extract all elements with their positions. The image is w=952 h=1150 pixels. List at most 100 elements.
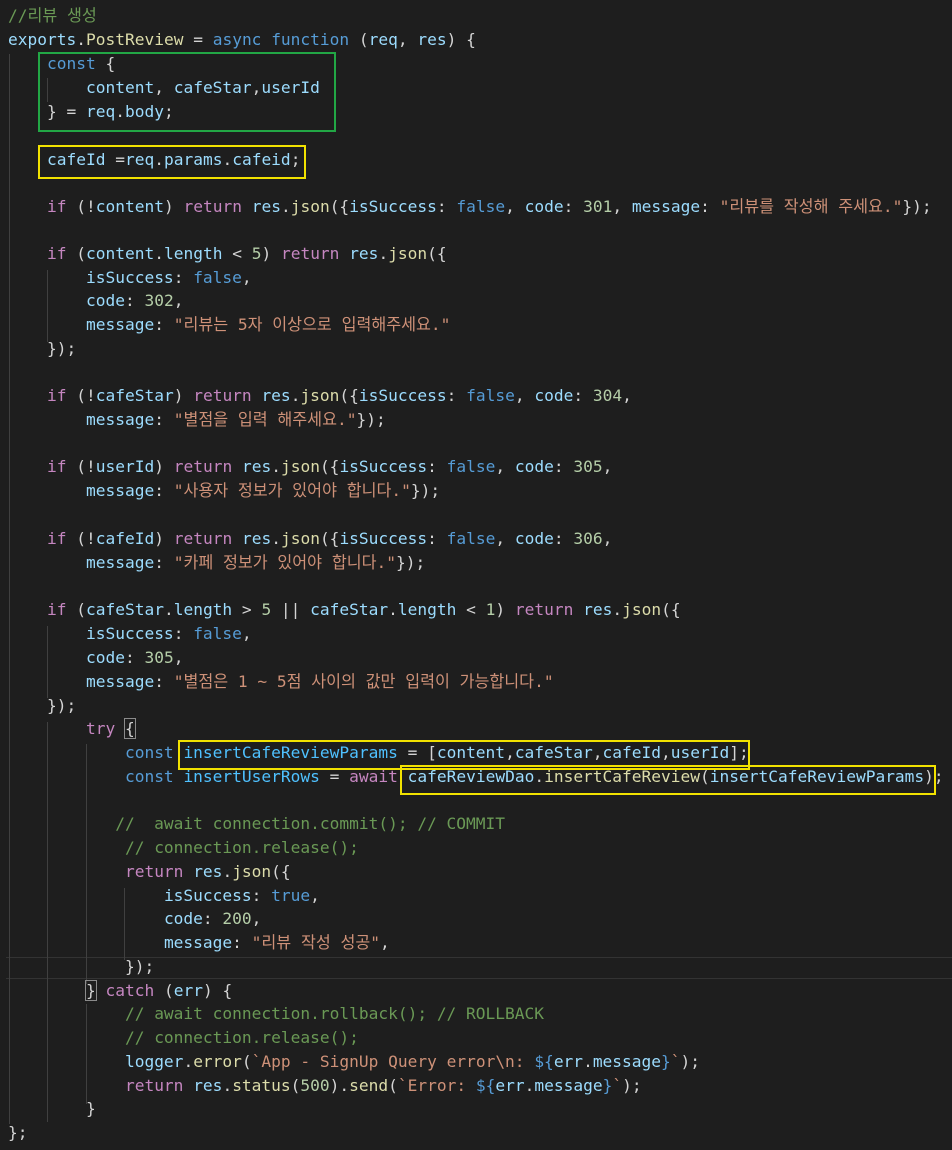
code-token: 305: [144, 648, 174, 667]
code-token: ,: [241, 624, 252, 643]
code-line: content, cafeStar,userId: [8, 76, 320, 100]
code-token: ) {: [202, 981, 233, 1000]
code-token: .: [183, 1052, 194, 1071]
code-line: isSuccess: false,: [8, 266, 252, 290]
code-line: if (!userId) return res.json({isSuccess:…: [8, 455, 612, 479]
code-token: ({: [319, 457, 340, 476]
code-token: return: [514, 600, 574, 619]
code-token: ({: [661, 600, 681, 619]
code-token: function: [271, 30, 350, 49]
code-token: json: [280, 529, 320, 548]
code-token: false: [193, 624, 242, 643]
code-token: :: [427, 529, 447, 548]
code-token: catch: [105, 981, 155, 1000]
code-token: >: [232, 600, 262, 619]
code-token: length: [163, 244, 223, 263]
code-token: json: [280, 457, 320, 476]
code-token: "별점은 1 ~ 5점 사이의 값만 입력이 가능합니다.": [173, 672, 554, 691]
code-token: logger: [124, 1052, 184, 1071]
code-token: cafeStar: [514, 743, 593, 762]
code-token: message: [534, 1076, 603, 1095]
code-token: ({: [329, 197, 350, 216]
code-token: json: [300, 386, 340, 405]
code-token: ,: [495, 529, 515, 548]
code-token: isSuccess: [163, 886, 252, 905]
code-token: .: [583, 1052, 593, 1071]
code-token: json: [232, 862, 272, 881]
code-token: // await connection.commit(); // COMMIT: [115, 814, 506, 833]
code-token: if: [46, 244, 67, 263]
code-token: .: [115, 102, 125, 121]
code-token: .: [222, 1076, 233, 1095]
code-token: 200: [222, 909, 252, 928]
code-token: ,: [380, 933, 390, 952]
code-line: isSuccess: false,: [8, 622, 252, 646]
code-line: if (!cafeId) return res.json({isSuccess:…: [8, 527, 612, 551]
code-line: if (content.length < 5) return res.json(…: [8, 242, 447, 266]
code-token: ,: [612, 197, 632, 216]
code-token: true: [271, 886, 311, 905]
code-token: insertCafeReview: [544, 767, 701, 786]
code-token: );: [680, 1052, 701, 1071]
code-token: message: [85, 410, 155, 429]
code-token: length: [173, 600, 233, 619]
code-line: try {: [8, 717, 136, 741]
code-line: code: 305,: [8, 646, 183, 670]
code-token: .: [76, 30, 86, 49]
code-token: :: [154, 410, 174, 429]
code-token: ];: [729, 743, 749, 762]
code-token: });: [410, 481, 441, 500]
code-token: :: [124, 291, 145, 310]
code-token: return: [173, 457, 233, 476]
code-token: if: [46, 386, 67, 405]
code-token: "리뷰는 5자 이상으로 입력해주세요.": [173, 315, 451, 334]
code-token: code: [514, 529, 554, 548]
code-editor[interactable]: //리뷰 생성 exports.PostReview = async functi…: [0, 0, 952, 1150]
code-token: ): [154, 457, 174, 476]
code-line: if (!content) return res.json({isSuccess…: [8, 195, 932, 219]
code-token: ,: [154, 78, 174, 97]
code-token: exports: [8, 30, 77, 49]
code-token: :: [573, 386, 593, 405]
code-token: (: [349, 30, 369, 49]
code-token: }: [661, 1052, 671, 1071]
code-token: `App - SignUp Query error\n:: [251, 1052, 535, 1071]
code-token: code: [85, 291, 125, 310]
code-token: .: [271, 529, 281, 548]
code-token: json: [290, 197, 330, 216]
code-token: :: [427, 457, 447, 476]
code-token: ({: [271, 862, 291, 881]
code-token: .: [222, 862, 233, 881]
code-token: ) {: [446, 30, 476, 49]
code-token: :: [446, 386, 467, 405]
code-token: false: [446, 457, 496, 476]
code-token: ).: [329, 1076, 350, 1095]
code-token: return: [280, 244, 340, 263]
code-token: ,: [397, 30, 418, 49]
code-token: 306: [573, 529, 603, 548]
code-token: cafeid: [232, 150, 291, 169]
code-token: false: [193, 268, 242, 287]
code-line: message: "별점은 1 ~ 5점 사이의 값만 입력이 가능합니다.": [8, 670, 554, 694]
code-token: {: [95, 54, 116, 73]
code-token: length: [397, 600, 457, 619]
code-token: (: [154, 981, 174, 1000]
code-line: //리뷰 생성: [8, 4, 97, 28]
code-token: (: [66, 244, 86, 263]
code-line: return res.status(500).send(`Error: ${er…: [8, 1074, 642, 1098]
code-token: 301: [583, 197, 613, 216]
code-token: <: [222, 244, 252, 263]
code-token: ): [173, 386, 194, 405]
code-token: false: [446, 529, 496, 548]
